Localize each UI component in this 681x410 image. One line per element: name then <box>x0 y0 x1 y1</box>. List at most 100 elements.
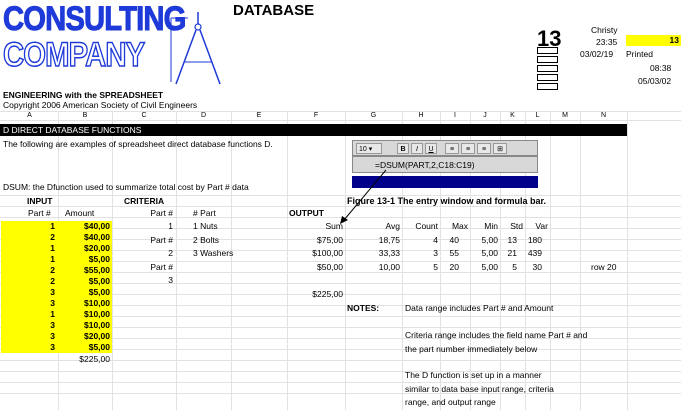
input-part-cell[interactable]: 3 <box>1 298 58 309</box>
part-name-cell[interactable]: 1 Nuts <box>193 221 218 231</box>
column-header[interactable]: B <box>58 111 112 120</box>
note-line: Data range includes Part # and Amount <box>405 303 554 313</box>
column-header[interactable]: D <box>176 111 231 120</box>
align-left-icon[interactable]: ≡ <box>445 143 459 154</box>
align-center-icon[interactable]: ≡ <box>461 143 475 154</box>
input-amount-cell[interactable]: $5,00 <box>58 276 112 287</box>
part-name-cell[interactable]: 2 Bolts <box>193 235 219 245</box>
column-header[interactable]: H <box>402 111 440 120</box>
input-amount-cell[interactable]: $40,00 <box>58 232 112 243</box>
criteria-cell[interactable]: Part # <box>120 235 173 245</box>
output-avg-header: Avg <box>385 221 401 231</box>
font-size-value: 10 <box>359 146 367 153</box>
output-var-cell[interactable]: 180 <box>525 235 542 245</box>
parts-header: # Part <box>193 208 216 218</box>
output-std-cell[interactable]: 21 <box>500 248 517 258</box>
column-header[interactable]: G <box>345 111 402 120</box>
note-line: range, and output range <box>405 397 496 407</box>
part-name-cell[interactable]: 3 Washers <box>193 248 233 258</box>
bold-button[interactable]: B <box>397 143 409 154</box>
input-part-cell[interactable]: 3 <box>1 320 58 331</box>
output-sum-cell[interactable]: $75,00 <box>290 235 343 245</box>
input-amount-cell[interactable]: $20,00 <box>58 243 112 254</box>
output-count-cell[interactable]: 5 <box>402 262 438 272</box>
copyright: Copyright 2006 American Society of Civil… <box>3 100 198 110</box>
input-part-header: Part # <box>28 208 51 218</box>
output-min-header: Min <box>484 221 498 231</box>
column-header[interactable]: F <box>287 111 345 120</box>
output-std-cell[interactable]: 13 <box>500 235 517 245</box>
book-subtitle: ENGINEERING with the SPREADSHEET <box>3 90 164 100</box>
column-header[interactable]: N <box>580 111 627 120</box>
output-max-cell[interactable]: 55 <box>440 248 459 258</box>
input-part-cell[interactable]: 3 <box>1 342 58 353</box>
column-header[interactable]: J <box>470 111 500 120</box>
output-min-cell[interactable]: 5,00 <box>460 262 498 272</box>
edit-date: 03/02/19 <box>580 49 614 59</box>
italic-button[interactable]: I <box>411 143 423 154</box>
criteria-cell[interactable]: 2 <box>120 248 173 258</box>
input-part-cell[interactable]: 1 <box>1 221 58 232</box>
criteria-cell[interactable]: 3 <box>120 275 173 285</box>
output-var-cell[interactable]: 439 <box>525 248 542 258</box>
note-line: the part number immediately below <box>405 344 538 354</box>
output-max-header: Max <box>451 221 468 231</box>
figure-caption: Figure 13-1 The entry window and formula… <box>347 196 547 206</box>
input-amount-cell[interactable]: $40,00 <box>58 221 112 232</box>
output-var-header: Var <box>535 221 548 231</box>
column-header[interactable]: C <box>112 111 176 120</box>
input-amount-cell[interactable]: $5,00 <box>58 342 112 353</box>
column-header[interactable]: A <box>1 111 58 120</box>
output-avg-cell[interactable]: 33,33 <box>345 248 400 258</box>
input-amount-cell[interactable]: $5,00 <box>58 287 112 298</box>
column-header[interactable]: L <box>525 111 550 120</box>
input-amount-cell[interactable]: $5,00 <box>58 254 112 265</box>
input-amount-cell[interactable]: $10,00 <box>58 298 112 309</box>
input-part-cell[interactable]: 1 <box>1 254 58 265</box>
criteria-cell[interactable]: Part # <box>120 208 173 218</box>
input-part-cell[interactable]: 2 <box>1 232 58 243</box>
input-part-cell[interactable]: 1 <box>1 243 58 254</box>
align-right-icon[interactable]: ≡ <box>477 143 491 154</box>
input-amount-cell[interactable]: $10,00 <box>58 309 112 320</box>
input-part-cell[interactable]: 2 <box>1 265 58 276</box>
merge-center-icon[interactable]: ⊞ <box>493 143 507 154</box>
criteria-cell[interactable]: Part # <box>120 262 173 272</box>
criteria-cell[interactable]: 1 <box>120 221 173 231</box>
output-count-cell[interactable]: 3 <box>402 248 438 258</box>
input-amount-cell[interactable]: $20,00 <box>58 331 112 342</box>
formatting-toolbar: 10 ▾ B I U ≡ ≡ ≡ ⊞ <box>352 140 538 156</box>
output-max-cell[interactable]: 20 <box>440 262 459 272</box>
page-title: DATABASE <box>233 2 315 19</box>
output-std-cell[interactable]: 5 <box>500 262 517 272</box>
note-line: Criteria range includes the field name P… <box>405 330 588 340</box>
input-part-cell[interactable]: 2 <box>1 276 58 287</box>
logo-line2: COMPANY <box>2 36 145 74</box>
output-count-header: Count <box>415 221 438 231</box>
input-amount-cell[interactable]: $55,00 <box>58 265 112 276</box>
column-header[interactable]: M <box>550 111 580 120</box>
output-var-cell[interactable]: 30 <box>525 262 542 272</box>
output-min-cell[interactable]: 5,00 <box>460 248 498 258</box>
output-min-cell[interactable]: 5,00 <box>460 235 498 245</box>
output-count-cell[interactable]: 4 <box>402 235 438 245</box>
output-max-cell[interactable]: 40 <box>440 235 459 245</box>
highlight-cell[interactable]: 13 <box>626 35 681 46</box>
edit-time: 23:35 <box>596 37 618 47</box>
column-header[interactable]: E <box>231 111 287 120</box>
output-sum-cell[interactable]: $100,00 <box>290 248 343 258</box>
output-avg-cell[interactable]: 18,75 <box>345 235 400 245</box>
column-header[interactable]: K <box>500 111 525 120</box>
column-header[interactable]: I <box>440 111 470 120</box>
output-avg-cell[interactable]: 10,00 <box>345 262 400 272</box>
input-amount-cell[interactable]: $10,00 <box>58 320 112 331</box>
section-title-bar: D DIRECT DATABASE FUNCTIONS <box>0 124 627 136</box>
output-sum-cell[interactable]: $50,00 <box>290 262 343 272</box>
underline-button[interactable]: U <box>425 143 437 154</box>
font-size-select[interactable]: 10 ▾ <box>356 143 382 154</box>
input-part-cell[interactable]: 3 <box>1 331 58 342</box>
input-part-cell[interactable]: 3 <box>1 287 58 298</box>
print-date: 05/03/02 <box>638 76 672 86</box>
output-std-header: Std <box>510 221 523 231</box>
input-part-cell[interactable]: 1 <box>1 309 58 320</box>
